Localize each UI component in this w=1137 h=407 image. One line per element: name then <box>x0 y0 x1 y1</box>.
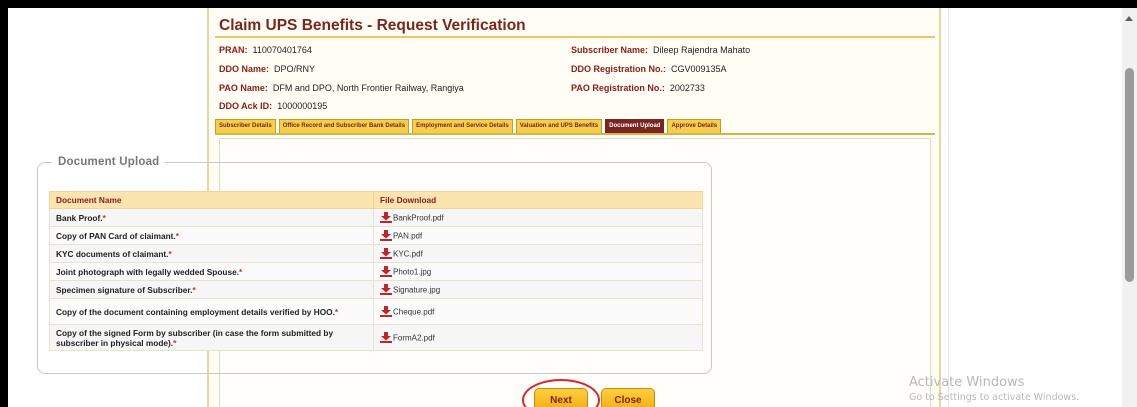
tab-valuation-ups[interactable]: Valuation and UPS Benefits <box>515 119 603 133</box>
watermark-title: Activate Windows <box>909 375 1025 390</box>
download-icon[interactable] <box>380 230 392 242</box>
pran-info: PRAN: 110070401764 <box>219 45 312 55</box>
download-icon[interactable] <box>380 266 392 278</box>
document-name: Copy of PAN Card of claimant. <box>56 230 176 241</box>
document-name-cell: Joint photograph with legally wedded Spo… <box>49 262 374 281</box>
scrollbar-thumb[interactable] <box>1125 68 1134 282</box>
ddo-registration-value: CGV009135A <box>671 64 727 74</box>
document-name-cell: Copy of PAN Card of claimant.* <box>49 226 374 245</box>
file-link[interactable]: BankProof.pdf <box>393 213 444 222</box>
required-marker: * <box>334 306 339 317</box>
required-marker: * <box>192 284 196 295</box>
table-row: Joint photograph with legally wedded Spo… <box>49 262 703 281</box>
required-marker: * <box>175 230 179 241</box>
file-download-cell[interactable]: BankProof.pdf <box>373 208 703 227</box>
pao-registration-label: PAO Registration No.: <box>571 83 665 93</box>
pao-info: PAO Name: DFM and DPO, North Frontier Rai… <box>219 83 464 93</box>
document-name-cell: Specimen signature of Subscriber.* <box>49 280 374 299</box>
document-name: Copy of the document containing employme… <box>56 306 335 317</box>
document-name-cell: KYC documents of claimant.* <box>49 244 374 263</box>
page-divider <box>948 8 949 407</box>
tab-approve-details[interactable]: Approve Details <box>667 119 722 133</box>
ddo-info: DDO Name: DPO/RNY <box>219 64 315 74</box>
activation-watermark: Activate Windows Go to Settings to activ… <box>909 375 1079 403</box>
file-link[interactable]: Photo1.jpg <box>393 267 431 276</box>
ack-label: DDO Ack ID: <box>219 101 273 111</box>
pao-label: PAO Name: <box>219 83 268 93</box>
table-header-row: Document Name File Download <box>49 191 703 209</box>
file-link[interactable]: PAN.pdf <box>393 231 422 240</box>
table-row: Specimen signature of Subscriber.* Signa… <box>49 280 703 299</box>
pran-label: PRAN: <box>219 45 248 55</box>
document-name-cell: Copy of the signed Form by subscriber (i… <box>49 324 374 351</box>
tab-employment-service[interactable]: Employment and Service Details <box>412 119 513 133</box>
next-button[interactable]: Next <box>534 388 588 407</box>
download-icon[interactable] <box>380 332 392 344</box>
pao-registration-info: PAO Registration No.: 2002733 <box>571 83 705 93</box>
subscriber-value: Dileep Rajendra Mahato <box>653 45 751 55</box>
file-download-cell[interactable]: FormA2.pdf <box>373 324 703 351</box>
document-name: Bank Proof. <box>56 212 103 223</box>
file-download-cell[interactable]: Signature.jpg <box>373 280 703 299</box>
file-link[interactable]: Cheque.pdf <box>393 307 434 316</box>
subscriber-info: Subscriber Name: Dileep Rajendra Mahato <box>571 45 750 55</box>
vertical-scrollbar[interactable] <box>1122 8 1137 407</box>
tab-office-record[interactable]: Office Record and Subscriber Bank Detail… <box>278 119 410 133</box>
download-icon[interactable] <box>380 306 392 318</box>
page-title: Claim UPS Benefits - Request Verificatio… <box>219 17 526 34</box>
required-marker: * <box>173 337 177 348</box>
tab-subscriber-details[interactable]: Subscriber Details <box>215 119 276 133</box>
download-icon[interactable] <box>380 212 392 224</box>
file-link[interactable]: KYC.pdf <box>393 249 423 258</box>
download-icon[interactable] <box>380 248 392 260</box>
document-table: Document Name File Download Bank Proof.*… <box>49 191 703 351</box>
column-document-name: Document Name <box>49 191 374 209</box>
file-download-cell[interactable]: Cheque.pdf <box>373 298 703 325</box>
document-name: Joint photograph with legally wedded Spo… <box>56 266 240 277</box>
ack-value: 1000000195 <box>277 101 328 111</box>
ddo-registration-info: DDO Registration No.: CGV009135A <box>571 64 727 74</box>
table-row: Copy of PAN Card of claimant.* PAN.pdf <box>49 226 703 245</box>
required-marker: * <box>239 266 243 277</box>
watermark-subtitle: Go to Settings to activate Windows. <box>909 392 1080 403</box>
document-upload-legend: Document Upload <box>58 156 160 168</box>
table-row: Bank Proof.* BankProof.pdf <box>49 208 703 227</box>
subscriber-label: Subscriber Name: <box>571 45 649 55</box>
ack-info: DDO Ack ID: 1000000195 <box>219 101 327 111</box>
file-download-cell[interactable]: PAN.pdf <box>373 226 703 245</box>
file-link[interactable]: Signature.jpg <box>393 285 440 294</box>
column-file-download: File Download <box>373 191 703 209</box>
document-name: Copy of the signed Form by subscriber (i… <box>56 327 334 348</box>
pao-registration-value: 2002733 <box>669 83 705 93</box>
document-name: Specimen signature of Subscriber. <box>56 284 193 295</box>
tab-bar: Subscriber Details Office Record and Sub… <box>215 119 722 133</box>
table-row: KYC documents of claimant.* KYC.pdf <box>49 244 703 263</box>
ddo-label: DDO Name: <box>219 64 270 74</box>
table-row: Copy of the signed Form by subscriber (i… <box>49 324 703 351</box>
pao-value: DFM and DPO, North Frontier Railway, Ran… <box>272 83 464 93</box>
required-marker: * <box>168 248 172 259</box>
file-download-cell[interactable]: KYC.pdf <box>373 244 703 263</box>
file-link[interactable]: FormA2.pdf <box>393 333 435 342</box>
table-row: Copy of the document containing employme… <box>49 298 703 325</box>
document-name-cell: Bank Proof.* <box>49 208 374 227</box>
document-name: KYC documents of claimant. <box>56 248 169 259</box>
tab-document-upload[interactable]: Document Upload <box>605 119 665 133</box>
file-download-cell[interactable]: Photo1.jpg <box>373 262 703 281</box>
pran-value: 110070401764 <box>252 45 312 55</box>
required-marker: * <box>102 212 106 223</box>
tab-divider <box>215 133 935 135</box>
close-button[interactable]: Close <box>601 388 655 407</box>
document-name-cell: Copy of the document containing employme… <box>49 298 374 325</box>
title-divider <box>215 36 935 38</box>
download-icon[interactable] <box>380 284 392 296</box>
ddo-value: DPO/RNY <box>274 64 316 74</box>
scroll-up-arrow-icon[interactable] <box>1125 16 1133 21</box>
browser-viewport: Claim UPS Benefits - Request Verificatio… <box>8 8 1122 407</box>
ddo-registration-label: DDO Registration No.: <box>571 64 667 74</box>
